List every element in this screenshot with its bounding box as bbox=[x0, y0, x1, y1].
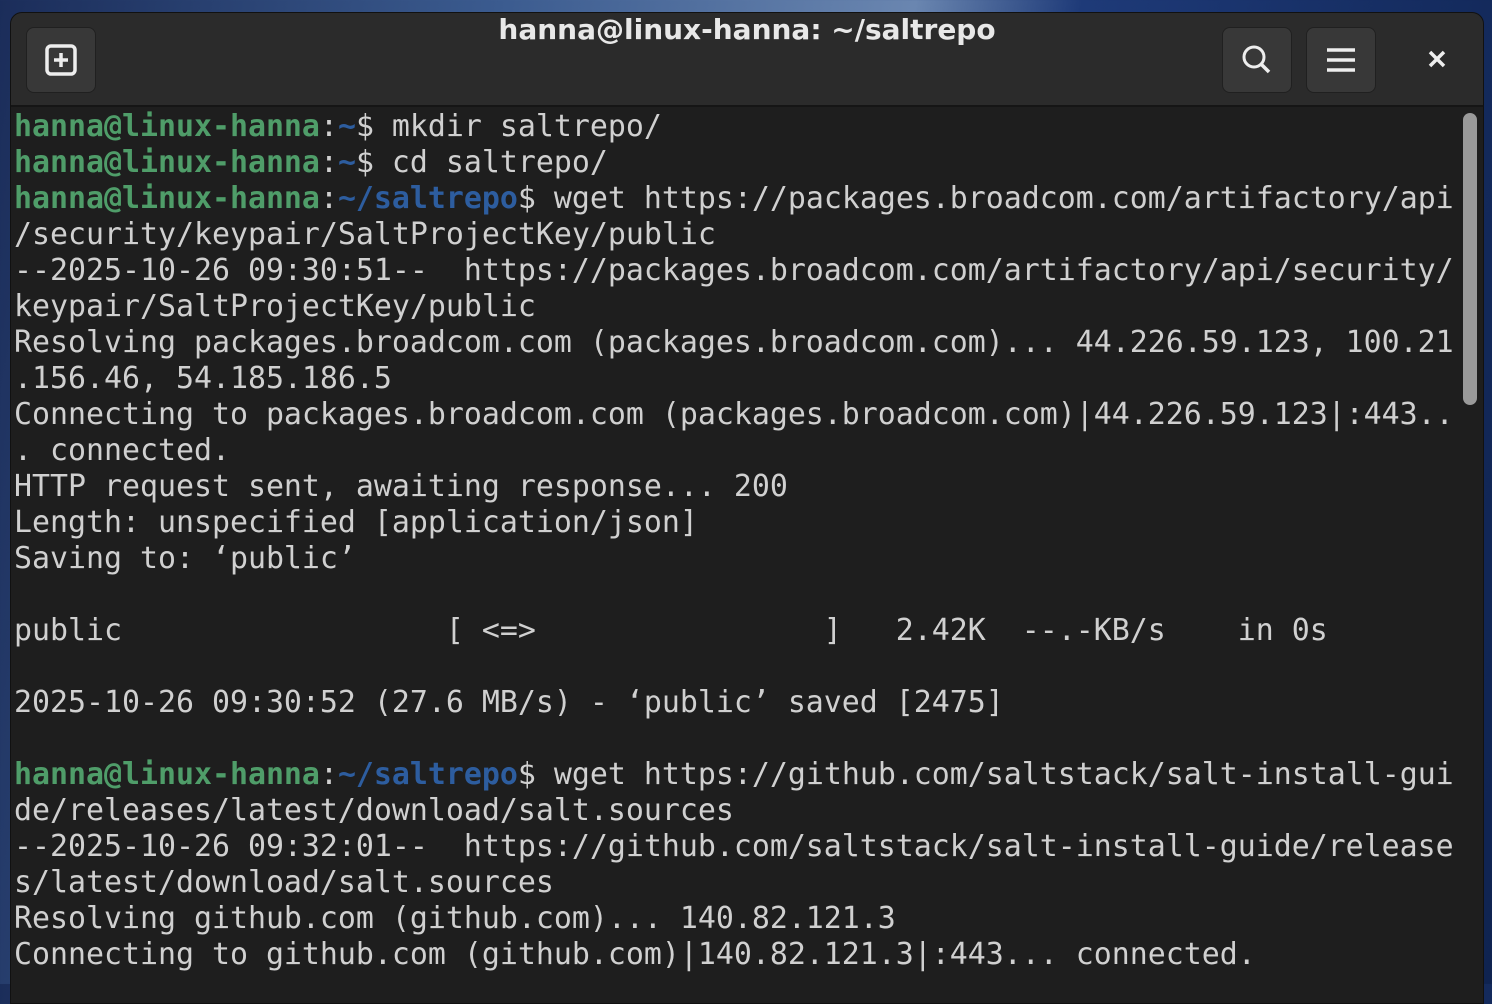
line-text: keypair/SaltProjectKey/public bbox=[14, 289, 536, 324]
output-line: Connecting to github.com (github.com)|14… bbox=[14, 937, 1457, 973]
line-text: Resolving github.com (github.com)... 140… bbox=[14, 901, 896, 936]
output-line: .156.46, 54.185.186.5 bbox=[14, 361, 1457, 397]
prompt-path: ~/saltrepo bbox=[337, 181, 518, 216]
line-text: de/releases/latest/download/salt.sources bbox=[14, 793, 734, 828]
output-line: s/latest/download/salt.sources bbox=[14, 865, 1457, 901]
output-line: --2025-10-26 09:32:01-- https://github.c… bbox=[14, 829, 1457, 865]
scrollbar-thumb[interactable] bbox=[1463, 113, 1477, 405]
prompt-user: hanna@linux-hanna bbox=[14, 757, 320, 792]
line-text: Length: unspecified [application/json] bbox=[14, 505, 698, 540]
close-icon bbox=[1428, 50, 1446, 68]
line-text: /security/keypair/SaltProjectKey/public bbox=[14, 217, 716, 252]
line-text: s/latest/download/salt.sources bbox=[14, 865, 554, 900]
output-line: 2025-10-26 09:30:52 (27.6 MB/s) - ‘publi… bbox=[14, 685, 1457, 721]
output-line: keypair/SaltProjectKey/public bbox=[14, 289, 1457, 325]
line-text: 2025-10-26 09:30:52 (27.6 MB/s) - ‘publi… bbox=[14, 685, 1004, 720]
line-text: $ wget https://packages.broadcom.com/art… bbox=[517, 181, 1454, 216]
prompt-user: hanna@linux-hanna bbox=[14, 181, 320, 216]
prompt-line: hanna@linux-hanna:~/saltrepo$ wget https… bbox=[14, 181, 1457, 217]
output-line: Resolving packages.broadcom.com (package… bbox=[14, 325, 1457, 361]
line-text: Resolving packages.broadcom.com (package… bbox=[14, 325, 1454, 360]
prompt-path: ~ bbox=[337, 109, 356, 144]
close-button[interactable] bbox=[1403, 27, 1471, 91]
hamburger-menu-icon bbox=[1327, 48, 1355, 72]
prompt-line: hanna@linux-hanna:~$ cd saltrepo/ bbox=[14, 145, 1457, 181]
output-line: de/releases/latest/download/salt.sources bbox=[14, 793, 1457, 829]
line-text: . connected. bbox=[14, 433, 230, 468]
line-text: .156.46, 54.185.186.5 bbox=[14, 361, 392, 396]
header-bar: hanna@linux-hanna: ~/saltrepo bbox=[11, 13, 1483, 107]
line-text: $ wget https://github.com/saltstack/salt… bbox=[517, 757, 1454, 792]
prompt-separator: : bbox=[319, 109, 338, 144]
prompt-separator: : bbox=[319, 145, 338, 180]
output-line: /security/keypair/SaltProjectKey/public bbox=[14, 217, 1457, 253]
terminal-output[interactable]: hanna@linux-hanna:~$ mkdir saltrepo/hann… bbox=[14, 109, 1457, 973]
output-line: --2025-10-26 09:30:51-- https://packages… bbox=[14, 253, 1457, 289]
line-text: Saving to: ‘public’ bbox=[14, 541, 356, 576]
line-text: --2025-10-26 09:30:51-- https://packages… bbox=[14, 253, 1454, 288]
prompt-separator: : bbox=[319, 757, 338, 792]
output-line: . connected. bbox=[14, 433, 1457, 469]
output-line: Resolving github.com (github.com)... 140… bbox=[14, 901, 1457, 937]
menu-button[interactable] bbox=[1306, 27, 1376, 93]
prompt-user: hanna@linux-hanna bbox=[14, 145, 320, 180]
search-icon bbox=[1242, 45, 1271, 74]
output-line: public [ <=> ] 2.42K --.-KB/s in 0s bbox=[14, 613, 1457, 649]
line-text: Connecting to github.com (github.com)|14… bbox=[14, 937, 1256, 972]
prompt-path: ~ bbox=[337, 145, 356, 180]
output-line: HTTP request sent, awaiting response... … bbox=[14, 469, 1457, 505]
line-text: $ mkdir saltrepo/ bbox=[355, 109, 662, 144]
prompt-user: hanna@linux-hanna bbox=[14, 109, 320, 144]
line-text: Connecting to packages.broadcom.com (pac… bbox=[14, 397, 1454, 432]
line-text: --2025-10-26 09:32:01-- https://github.c… bbox=[14, 829, 1454, 864]
prompt-separator: : bbox=[319, 181, 338, 216]
line-text: public [ <=> ] 2.42K --.-KB/s in 0s bbox=[14, 613, 1328, 648]
output-line: Connecting to packages.broadcom.com (pac… bbox=[14, 397, 1457, 433]
line-text: HTTP request sent, awaiting response... … bbox=[14, 469, 788, 504]
prompt-path: ~/saltrepo bbox=[337, 757, 518, 792]
prompt-line: hanna@linux-hanna:~/saltrepo$ wget https… bbox=[14, 757, 1457, 793]
line-text: $ cd saltrepo/ bbox=[355, 145, 608, 180]
prompt-line: hanna@linux-hanna:~$ mkdir saltrepo/ bbox=[14, 109, 1457, 145]
output-line: Length: unspecified [application/json] bbox=[14, 505, 1457, 541]
terminal-window: hanna@linux-hanna: ~/saltrepo hanna@linu… bbox=[10, 12, 1484, 1004]
search-button[interactable] bbox=[1222, 27, 1292, 93]
output-line: Saving to: ‘public’ bbox=[14, 541, 1457, 577]
